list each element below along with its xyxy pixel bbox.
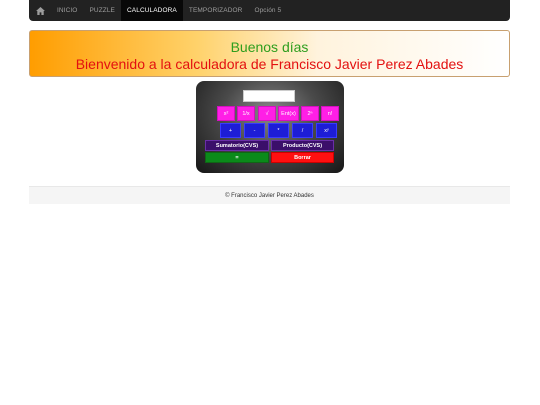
sumatorio-csv-button[interactable]: Sumatorio(CVS) <box>205 140 269 151</box>
home-icon <box>35 6 45 15</box>
calculator-display[interactable] <box>243 90 295 102</box>
subtract-button[interactable]: - <box>244 123 265 138</box>
nav-item-opcion-5[interactable]: Opción 5 <box>248 0 287 21</box>
sqrt-button[interactable]: √ <box>258 106 276 121</box>
footer: © Francisco Javier Perez Abades <box>29 186 510 204</box>
reciprocal-button[interactable]: 1/x <box>237 106 255 121</box>
greeting-text: Buenos días <box>230 39 309 55</box>
navbar: INICIO PUZZLE CALCULADORA TEMPORIZADOR O… <box>29 0 510 21</box>
integer-part-button[interactable]: Ent(x) <box>278 106 299 121</box>
clear-button[interactable]: Borrar <box>271 152 334 163</box>
square-button[interactable]: x² <box>217 106 235 121</box>
equals-button[interactable]: = <box>205 152 269 163</box>
footer-copyright: © Francisco Javier Perez Abades <box>225 192 314 199</box>
greeting-banner: Buenos días Bienvenido a la calculadora … <box>29 30 510 77</box>
nav-item-temporizador[interactable]: TEMPORIZADOR <box>183 0 249 21</box>
factorial-button[interactable]: n! <box>321 106 339 121</box>
nav-item-puzzle[interactable]: PUZZLE <box>83 0 121 21</box>
divide-button[interactable]: / <box>292 123 313 138</box>
welcome-text: Bienvenido a la calculadora de Francisco… <box>75 56 464 72</box>
nav-home-link[interactable] <box>29 0 51 21</box>
add-button[interactable]: + <box>220 123 241 138</box>
power-of-two-button[interactable]: 2ⁿ <box>301 106 319 121</box>
multiply-button[interactable]: * <box>268 123 289 138</box>
nav-item-inicio[interactable]: INICIO <box>51 0 83 21</box>
power-button[interactable]: xʸ <box>316 123 337 138</box>
nav-item-calculadora[interactable]: CALCULADORA <box>121 0 183 21</box>
producto-csv-button[interactable]: Producto(CVS) <box>271 140 334 151</box>
